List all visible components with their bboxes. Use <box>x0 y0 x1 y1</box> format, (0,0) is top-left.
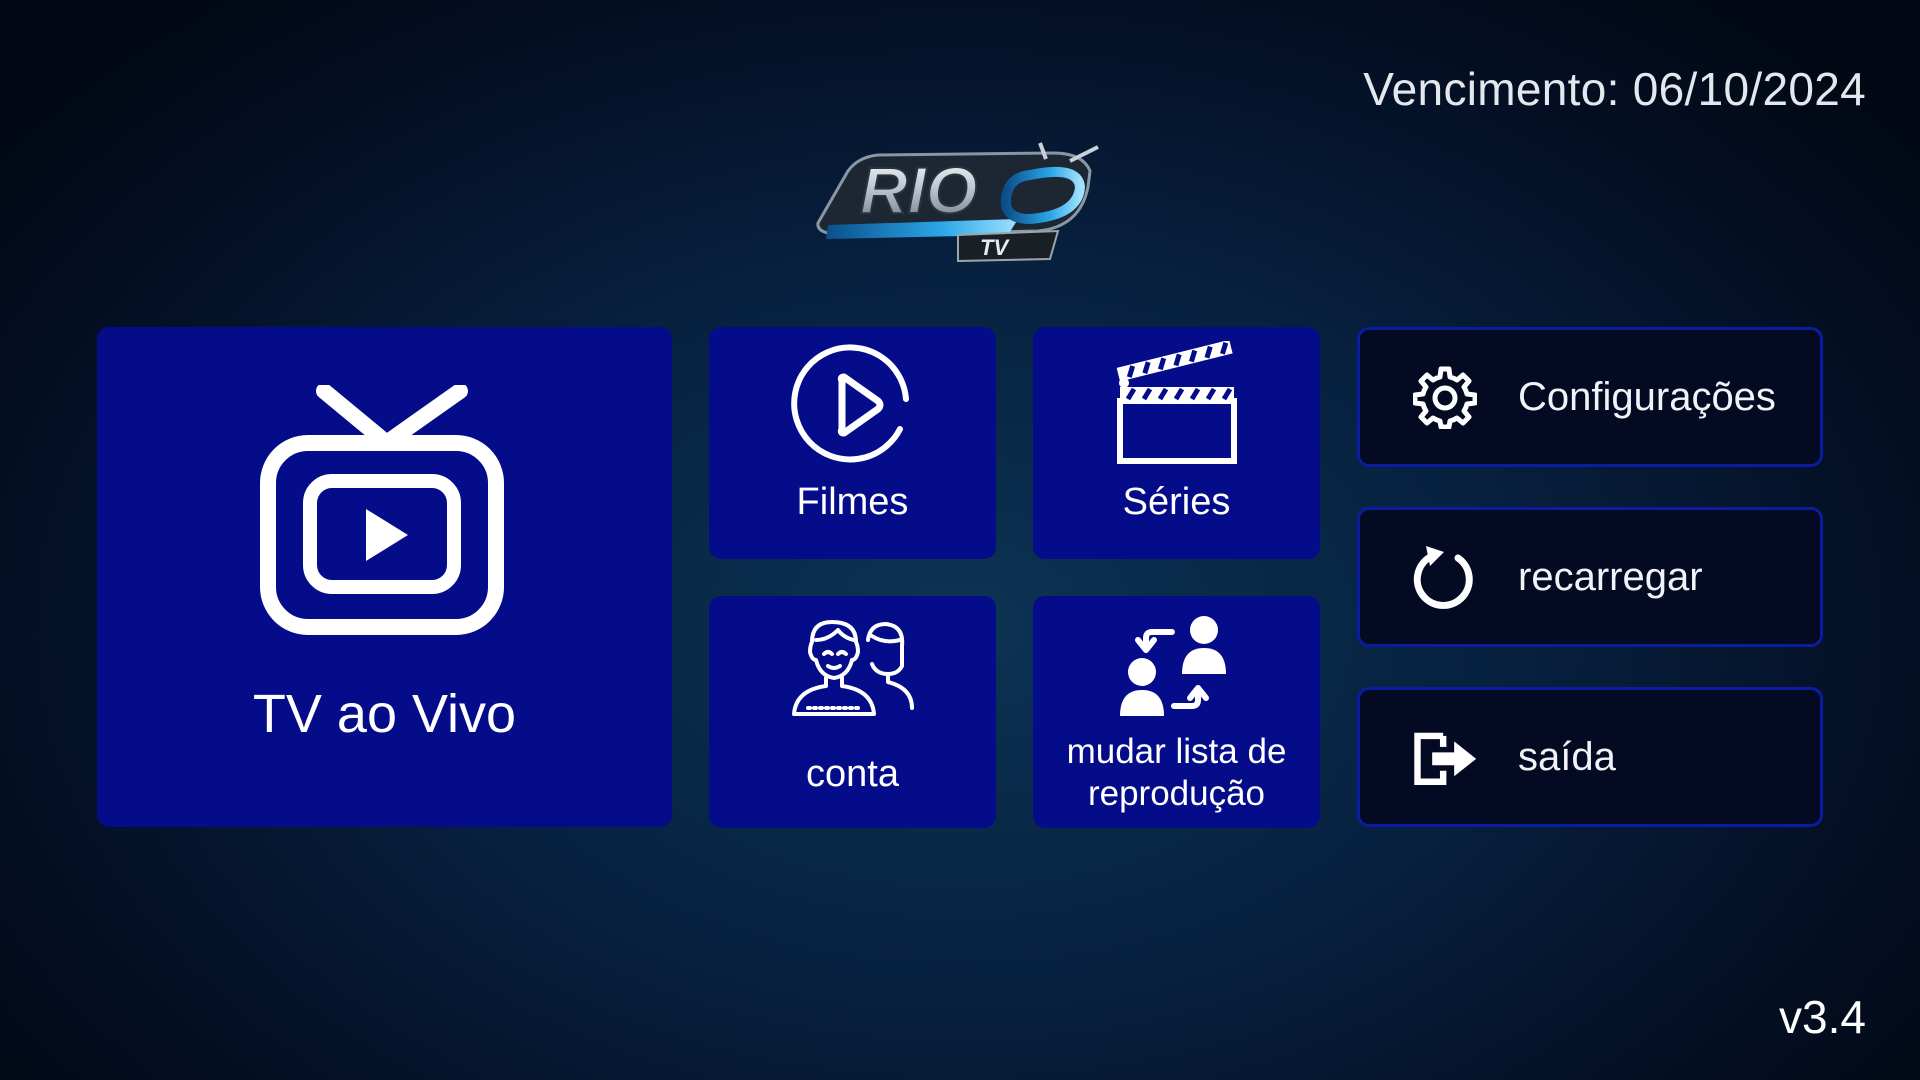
reload-label: recarregar <box>1518 554 1703 599</box>
series-label: Séries <box>1122 481 1231 523</box>
live-tv-label: TV ao Vivo <box>252 684 517 744</box>
play-circle-icon <box>790 344 909 463</box>
exit-button[interactable]: saída <box>1357 687 1823 827</box>
settings-label: Configurações <box>1518 374 1776 419</box>
exit-icon <box>1412 724 1478 790</box>
change-playlist-label: mudar lista de reprodução <box>1067 731 1287 815</box>
clapperboard-icon <box>1116 341 1237 464</box>
rio-tv-logo: RIO TV <box>816 142 1099 263</box>
refresh-icon <box>1412 544 1478 610</box>
users-icon <box>791 620 914 716</box>
gear-icon <box>1412 364 1478 430</box>
change-playlist-label-line1: mudar lista de <box>1066 732 1287 771</box>
series-tile[interactable]: Séries <box>1033 327 1320 559</box>
change-playlist-label-line2: reprodução <box>1087 774 1266 813</box>
settings-button[interactable]: Configurações <box>1357 327 1823 467</box>
logo-sub-text: TV <box>980 235 1010 260</box>
change-playlist-tile[interactable]: mudar lista de reprodução <box>1033 596 1320 828</box>
logo-main-text: RIO <box>860 153 977 227</box>
exit-label: saída <box>1518 734 1616 779</box>
movies-tile[interactable]: Filmes <box>709 327 996 559</box>
swap-users-icon <box>1119 616 1226 716</box>
reload-button[interactable]: recarregar <box>1357 507 1823 647</box>
version-label: v3.4 <box>1779 991 1866 1043</box>
expiry-date-label: Vencimento: 06/10/2024 <box>1363 63 1866 115</box>
tv-play-icon <box>259 385 504 635</box>
movies-label: Filmes <box>796 481 909 523</box>
live-tv-tile[interactable]: TV ao Vivo <box>97 327 672 827</box>
account-tile[interactable]: conta <box>709 596 996 828</box>
account-label: conta <box>806 753 899 795</box>
